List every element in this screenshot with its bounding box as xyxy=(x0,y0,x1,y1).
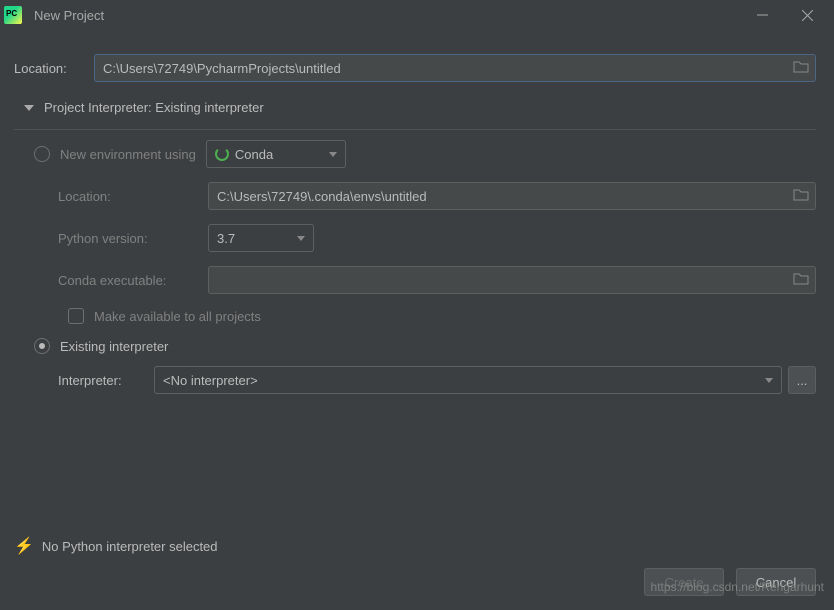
chevron-down-icon xyxy=(329,152,337,157)
browse-folder-icon[interactable] xyxy=(793,272,809,288)
env-location-label: Location: xyxy=(58,189,208,204)
conda-exec-input[interactable] xyxy=(208,266,816,294)
chevron-down-icon xyxy=(297,236,305,241)
new-env-label: New environment using xyxy=(60,147,196,162)
section-title: Project Interpreter: Existing interprete… xyxy=(44,100,264,115)
py-version-label: Python version: xyxy=(58,231,208,246)
window-title: New Project xyxy=(34,8,104,23)
section-header[interactable]: Project Interpreter: Existing interprete… xyxy=(14,100,816,121)
ellipsis-label: ... xyxy=(797,373,808,388)
location-value: C:\Users\72749\PycharmProjects\untitled xyxy=(103,61,341,76)
close-button[interactable] xyxy=(785,0,830,30)
new-env-radio[interactable] xyxy=(34,146,50,162)
env-tool-value: Conda xyxy=(235,147,273,162)
watermark: https://blog.csdn.net/Rengarhunt xyxy=(651,580,824,594)
app-icon xyxy=(4,6,22,24)
interpreter-label: Interpreter: xyxy=(58,373,154,388)
browse-folder-icon[interactable] xyxy=(793,60,809,76)
titlebar: New Project xyxy=(0,0,834,30)
location-input[interactable]: C:\Users\72749\PycharmProjects\untitled xyxy=(94,54,816,82)
env-location-value: C:\Users\72749\.conda\envs\untitled xyxy=(217,189,427,204)
browse-folder-icon[interactable] xyxy=(793,188,809,204)
existing-interpreter-radio[interactable] xyxy=(34,338,50,354)
interpreter-browse-button[interactable]: ... xyxy=(788,366,816,394)
env-location-input[interactable]: C:\Users\72749\.conda\envs\untitled xyxy=(208,182,816,210)
warning-bar: ⚡ No Python interpreter selected xyxy=(14,536,218,556)
minimize-button[interactable] xyxy=(740,0,785,30)
location-label: Location: xyxy=(14,61,94,76)
env-tool-dropdown[interactable]: Conda xyxy=(206,140,346,168)
interpreter-dropdown[interactable]: <No interpreter> xyxy=(154,366,782,394)
conda-icon xyxy=(215,147,229,161)
py-version-dropdown[interactable]: 3.7 xyxy=(208,224,314,252)
divider xyxy=(14,129,816,130)
lightning-icon: ⚡ xyxy=(14,536,34,556)
interpreter-value: <No interpreter> xyxy=(163,373,258,388)
existing-interpreter-label: Existing interpreter xyxy=(60,339,168,354)
warning-text: No Python interpreter selected xyxy=(42,539,218,554)
chevron-down-icon xyxy=(765,378,773,383)
make-available-checkbox[interactable] xyxy=(68,308,84,324)
conda-exec-label: Conda executable: xyxy=(58,273,208,288)
disclosure-triangle-icon xyxy=(24,105,34,111)
make-available-label: Make available to all projects xyxy=(94,309,261,324)
py-version-value: 3.7 xyxy=(217,231,235,246)
